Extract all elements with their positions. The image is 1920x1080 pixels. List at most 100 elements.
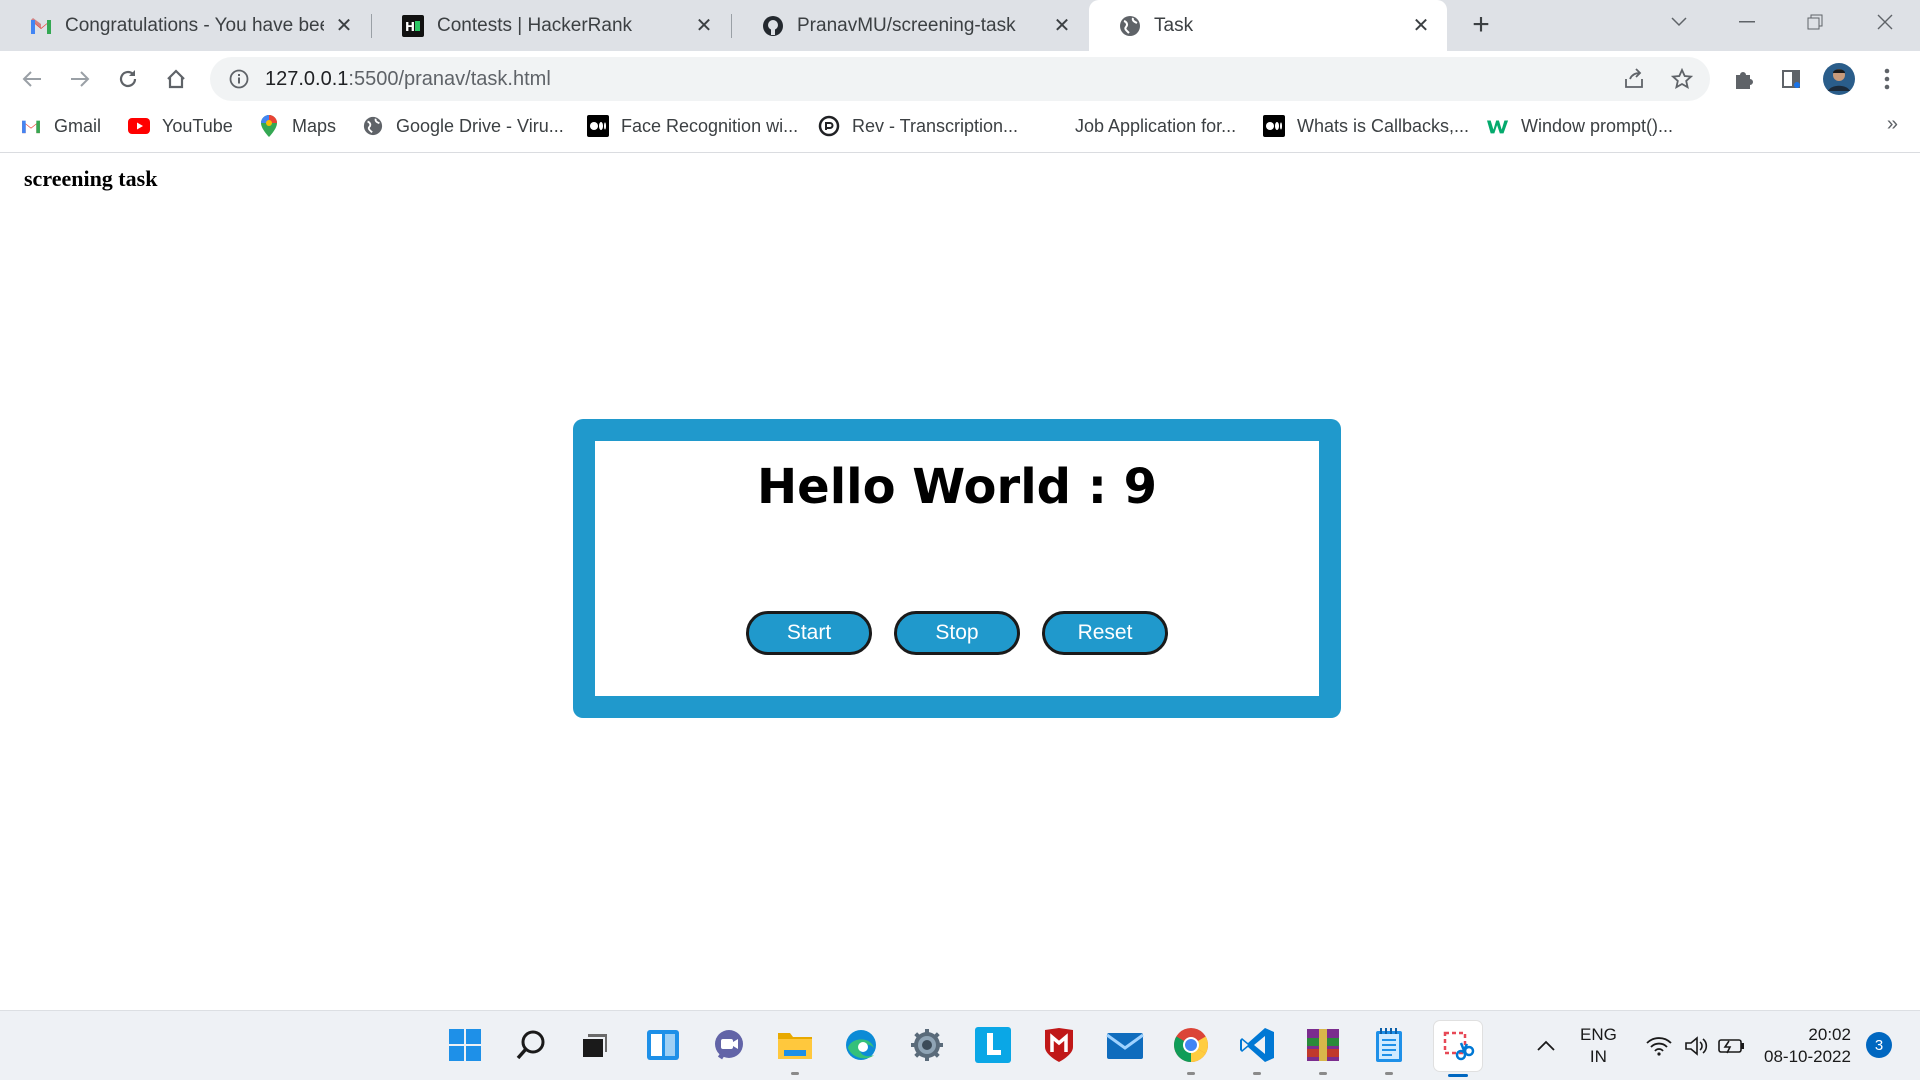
battery-icon[interactable] [1718,1011,1746,1080]
settings-icon[interactable] [906,1024,948,1066]
tab-gmail[interactable]: Congratulations - You have been ✕ [0,0,370,51]
bookmark-maps[interactable]: Maps [258,107,336,145]
w3schools-icon [1487,115,1509,137]
chrome-icon[interactable] [1170,1024,1212,1075]
bookmark-label: Rev - Transcription... [852,115,1019,136]
bookmark-google-drive[interactable]: Google Drive - Viru... [362,107,564,145]
reload-icon[interactable] [110,61,146,97]
svg-text:H: H [405,20,415,34]
medium-icon [1263,115,1285,137]
edge-icon[interactable] [840,1024,882,1066]
tab-title: Contests | HackerRank [437,14,633,36]
bookmark-label: Maps [292,115,337,136]
medium-icon [587,115,609,137]
wifi-icon[interactable] [1646,1011,1672,1080]
bookmark-label: YouTube [162,115,233,136]
extensions-icon[interactable] [1725,61,1761,97]
search-icon[interactable] [510,1024,552,1066]
share-icon[interactable] [1620,65,1648,93]
browser-toolbar: 127.0.0.1:5500/pranav/task.html [0,51,1920,107]
rev-icon [818,115,840,137]
learning-app-icon[interactable] [972,1024,1014,1066]
menu-icon[interactable] [1869,61,1905,97]
close-icon[interactable]: ✕ [332,14,356,38]
url-text: 127.0.0.1:5500/pranav/task.html [265,68,551,91]
new-tab-icon[interactable]: + [1466,8,1496,41]
file-explorer-icon[interactable] [774,1024,816,1075]
start-menu-icon[interactable] [444,1024,486,1066]
clock-time: 20:02 [1808,1025,1851,1044]
tab-task[interactable]: Task ✕ [1089,0,1447,51]
maps-icon [258,115,280,137]
globe-icon [1119,15,1141,37]
globe-icon [362,115,384,137]
back-icon[interactable] [14,61,50,97]
blank-icon [1041,115,1063,137]
bookmark-rev[interactable]: Rev - Transcription... [818,107,1018,145]
close-icon[interactable]: ✕ [1050,14,1074,38]
minimize-icon[interactable] [1718,0,1776,44]
tab-hackerrank[interactable]: H Contests | HackerRank ✕ [372,0,730,51]
bookmark-star-icon[interactable] [1668,65,1696,93]
running-indicator [1187,1072,1195,1075]
home-icon[interactable] [158,61,194,97]
snipping-tool-icon[interactable] [1434,1021,1482,1077]
gmail-icon [30,15,52,37]
reset-button[interactable]: Reset [1042,611,1168,655]
close-window-icon[interactable] [1856,0,1914,44]
volume-icon[interactable] [1684,1011,1710,1080]
hackerrank-icon: H [402,14,424,37]
bookmark-face-recognition[interactable]: Face Recognition wi... [587,107,798,145]
winrar-icon[interactable] [1302,1024,1344,1075]
active-indicator [1448,1074,1468,1077]
avatar[interactable] [1821,61,1857,97]
clock[interactable]: 20:02 08-10-2022 [1764,1011,1851,1080]
vscode-icon[interactable] [1236,1024,1278,1075]
close-icon[interactable]: ✕ [692,14,716,38]
github-icon [762,15,784,37]
notification-badge[interactable]: 3 [1866,1032,1892,1058]
running-indicator [1319,1072,1327,1075]
bookmark-callbacks[interactable]: Whats is Callbacks,... [1263,107,1469,145]
tab-title: PranavMU/screening-task [797,14,1016,36]
youtube-icon [128,115,150,137]
url-host: 127.0.0.1 [265,67,349,90]
mcafee-icon[interactable] [1038,1024,1080,1066]
page-title: screening task [24,166,158,191]
mail-icon[interactable] [1104,1024,1146,1066]
bookmark-job-application[interactable]: Job Application for... [1041,107,1236,145]
close-icon[interactable]: ✕ [1409,14,1433,38]
info-icon[interactable] [227,67,251,91]
bookmarks-overflow-icon[interactable]: » [1887,113,1898,136]
bookmark-label: Google Drive - Viru... [396,115,564,136]
tab-github[interactable]: PranavMU/screening-task ✕ [732,0,1088,51]
url-path: :5500/pranav/task.html [348,67,551,90]
bookmarks-bar: Gmail YouTube Maps Google Drive - Viru..… [0,107,1920,153]
address-bar[interactable]: 127.0.0.1:5500/pranav/task.html [210,57,1710,101]
notepad-icon[interactable] [1368,1024,1410,1075]
bookmark-gmail[interactable]: Gmail [20,107,101,145]
forward-icon[interactable] [62,61,98,97]
bookmark-label: Gmail [54,115,102,136]
counter-text: Hello World : 9 [756,459,1158,515]
language-indicator[interactable]: ENG IN [1580,1011,1617,1080]
start-button[interactable]: Start [746,611,872,655]
gmail-icon [20,115,42,137]
restore-icon[interactable] [1786,0,1844,44]
language-code: ENG [1580,1025,1617,1044]
counter-card-inner: Hello World : 9 Start Stop Reset [595,441,1319,696]
bookmark-window-prompt[interactable]: Window prompt()... [1487,107,1673,145]
task-view-icon[interactable] [574,1024,616,1066]
tab-search-icon[interactable] [1650,0,1708,44]
show-hidden-icons-icon[interactable] [1536,1011,1556,1080]
bookmark-youtube[interactable]: YouTube [128,107,233,145]
stop-button[interactable]: Stop [894,611,1020,655]
widgets-icon[interactable] [642,1024,684,1066]
bookmark-label: Job Application for... [1075,115,1237,136]
reading-list-icon[interactable] [1773,61,1809,97]
bookmark-label: Whats is Callbacks,... [1297,115,1470,136]
bookmark-label: Face Recognition wi... [621,115,799,136]
running-indicator [1253,1072,1261,1075]
running-indicator [791,1072,799,1075]
teams-chat-icon[interactable] [708,1024,750,1066]
